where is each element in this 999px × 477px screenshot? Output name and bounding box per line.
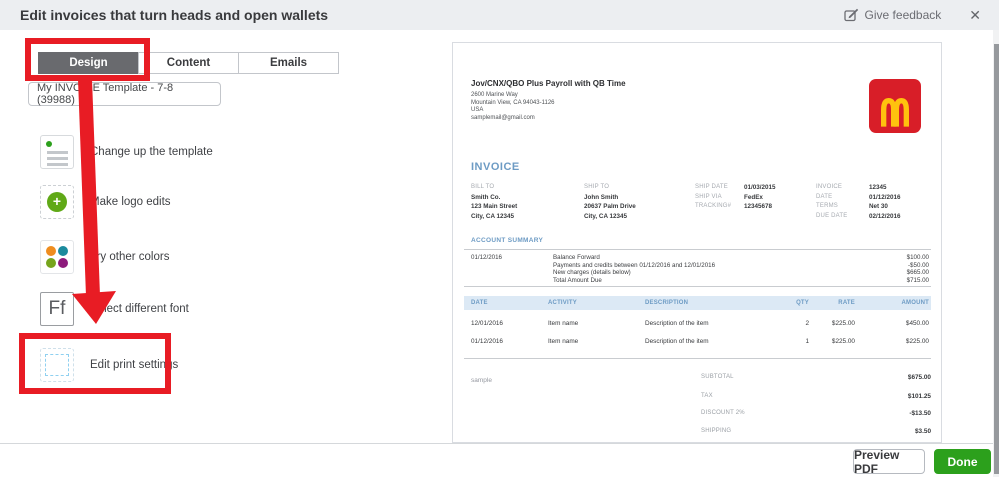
invoice-meta-labels: INVOICE DATE TERMS DUE DATE [816,184,848,219]
font-icon: Ff [40,292,74,326]
give-feedback-label: Give feedback [864,8,942,22]
total-row-subtotal: SUBTOTAL $675.00 [701,374,931,381]
scrollbar-track [993,30,999,477]
template-select-value: My INVOICE Template - 7-8 (39988) [37,82,174,106]
divider [464,358,931,359]
tab-emails[interactable]: Emails [238,52,339,74]
account-summary-labels: Balance Forward Payments and credits bet… [553,254,716,284]
template-icon [40,135,74,169]
palette-icon [40,240,74,274]
bill-to-block: BILL TO Smith Co. 123 Main Street City, … [471,184,518,220]
print-margins-icon [40,348,74,382]
sidebar-item-font[interactable]: Ff Select different font [40,291,189,327]
total-row-shipping: SHIPPING $3.50 [701,428,931,435]
ship-meta-labels: SHIP DATE SHIP VIA TRACKING# [695,184,732,209]
close-icon[interactable]: ✕ [963,5,987,26]
template-select[interactable]: My INVOICE Template - 7-8 (39988) [28,82,221,106]
page-title: Edit invoices that turn heads and open w… [20,7,329,23]
account-summary-amounts: $100.00 -$50.00 $665.00 $715.00 [906,254,929,284]
sidebar-item-change-template[interactable]: Change up the template [40,134,213,170]
tab-content[interactable]: Content [138,52,239,74]
invoice-preview: Jov/CNX/QBO Plus Payroll with QB Time 26… [452,42,942,443]
items-table-header: DATE ACTIVITY DESCRIPTION QTY RATE AMOUN… [464,296,931,310]
footer-bar: Preview PDF Done [0,443,999,477]
give-feedback-button[interactable]: Give feedback [843,8,942,22]
sidebar-item-label: Try other colors [90,251,170,263]
account-summary-table: 01/12/2016 Balance Forward Payments and … [464,249,931,287]
sidebar-item-label: Make logo edits [90,196,171,208]
sidebar-item-label: Change up the template [90,146,213,158]
feedback-pencil-icon [843,8,859,22]
sidebar-item-label: Select different font [90,303,189,315]
sidebar-item-colors[interactable]: Try other colors [40,239,169,275]
sidebar-item-print-settings[interactable]: Edit print settings [40,347,178,383]
tab-bar: Design Content Emails [38,52,339,74]
invoice-title: INVOICE [471,161,520,173]
invoice-company-address: 2600 Marine Way Mountain View, CA 94043-… [471,92,555,121]
total-row-discount: DISCOUNT 2% -$13.50 [701,410,931,417]
ship-to-block: SHIP TO John Smith 20637 Palm Drive City… [584,184,636,220]
add-logo-icon: + [40,185,74,219]
account-summary-title: ACCOUNT SUMMARY [471,237,544,244]
sidebar-item-logo-edits[interactable]: + Make logo edits [40,184,171,220]
preview-pdf-button[interactable]: Preview PDF [853,448,925,476]
done-button[interactable]: Done [934,449,991,474]
scrollbar-thumb[interactable] [994,44,999,474]
header-bar: Edit invoices that turn heads and open w… [0,0,999,30]
invoice-company-name: Jov/CNX/QBO Plus Payroll with QB Time [471,79,626,88]
table-row: 01/12/2016 Item name Description of the … [471,338,929,345]
table-row: 12/01/2016 Item name Description of the … [471,320,929,327]
account-summary-date: 01/12/2016 [471,254,502,261]
invoice-meta-values: 12345 01/12/2016 Net 30 02/12/2016 [869,184,901,220]
ship-meta-values: 01/03/2015 FedEx 12345678 [744,184,776,210]
mcdonalds-logo-icon [869,79,921,133]
total-row-tax: TAX $101.25 [701,393,931,400]
sidebar-item-label: Edit print settings [90,359,179,371]
tab-design[interactable]: Design [38,52,139,74]
